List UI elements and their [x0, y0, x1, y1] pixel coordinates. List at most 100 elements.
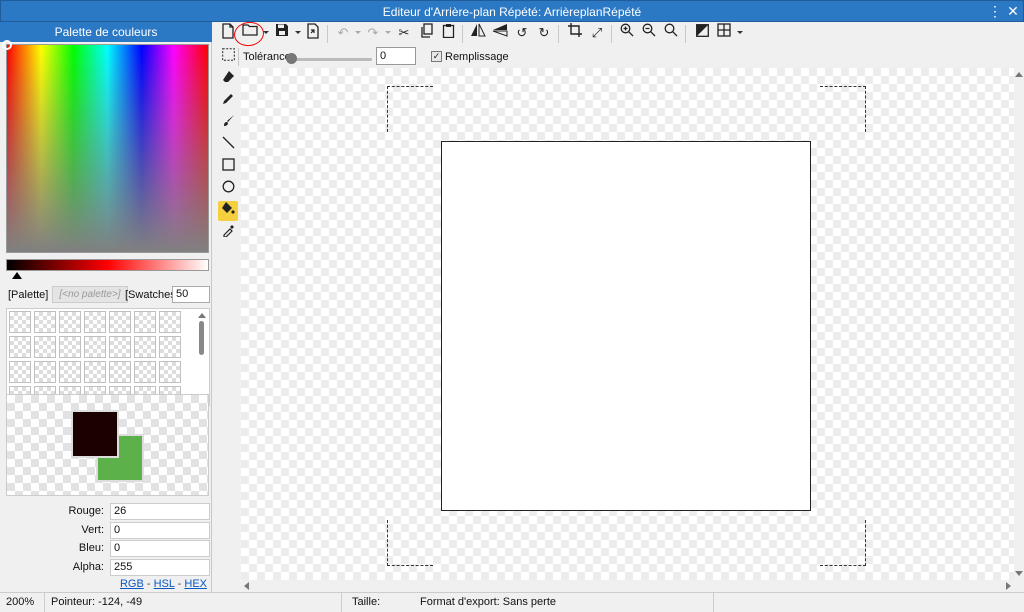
swatch[interactable]: [59, 311, 81, 333]
window-title: Editeur d'Arrière-plan Répété: Arrièrepl…: [382, 5, 642, 19]
open-dropdown-icon[interactable]: [263, 31, 269, 34]
canvas-vertical-scrollbar[interactable]: [1014, 68, 1024, 580]
swatch[interactable]: [59, 361, 81, 383]
swatch[interactable]: [109, 311, 131, 333]
contrast-icon[interactable]: [692, 23, 712, 43]
swatch[interactable]: [9, 311, 31, 333]
alpha-label: Alpha:: [72, 561, 104, 573]
fill-checkbox[interactable]: ✓: [431, 51, 442, 62]
brightness-slider[interactable]: [6, 259, 209, 271]
fill-label[interactable]: Remplissage: [445, 51, 509, 63]
brightness-slider-thumb[interactable]: [12, 272, 22, 279]
tolerance-input[interactable]: 0: [376, 47, 416, 65]
resize-icon[interactable]: ⤢: [587, 23, 607, 43]
selection-icon[interactable]: [218, 47, 238, 67]
close-icon[interactable]: ✕: [1005, 3, 1021, 19]
title-bar: Editeur d'Arrière-plan Répété: Arrièrepl…: [0, 0, 1024, 22]
save-icon[interactable]: [272, 23, 292, 43]
flip-vertical-icon[interactable]: [490, 23, 510, 43]
more-options-icon[interactable]: ⋮: [987, 3, 1003, 19]
swatch[interactable]: [159, 336, 181, 358]
grid-icon[interactable]: [714, 23, 734, 43]
redo-icon[interactable]: ↷: [363, 23, 383, 43]
drawing-canvas[interactable]: [241, 68, 1014, 580]
swatch[interactable]: [59, 336, 81, 358]
fill-bucket-icon[interactable]: [218, 201, 238, 221]
swatch[interactable]: [134, 336, 156, 358]
canvas-horizontal-scrollbar[interactable]: [241, 580, 1014, 592]
eraser-icon[interactable]: [218, 69, 238, 89]
zoom-in-icon[interactable]: [617, 23, 637, 43]
tolerance-slider-track[interactable]: [290, 58, 372, 61]
tile-boundary-corner: [820, 86, 866, 132]
swatch-scrollbar[interactable]: [196, 309, 208, 405]
image-size: Taille: 250x250: [352, 596, 381, 608]
swatch[interactable]: [9, 336, 31, 358]
rotate-right-icon[interactable]: ↻: [534, 23, 554, 43]
flip-horizontal-icon[interactable]: [468, 23, 488, 43]
swatch[interactable]: [84, 361, 106, 383]
swatch[interactable]: [9, 361, 31, 383]
export-icon[interactable]: [303, 23, 323, 43]
alpha-input[interactable]: 255: [110, 559, 210, 576]
swatch[interactable]: [84, 311, 106, 333]
scroll-thumb[interactable]: [199, 321, 204, 355]
green-channel-row: Vert: 0: [6, 522, 210, 539]
color-spectrum[interactable]: [2, 40, 209, 253]
swatch[interactable]: [134, 361, 156, 383]
hex-link[interactable]: HEX: [184, 578, 207, 590]
scroll-right-icon[interactable]: [1006, 582, 1011, 590]
undo-icon[interactable]: ↶: [333, 23, 353, 43]
rotate-left-icon[interactable]: ↺: [512, 23, 532, 43]
tolerance-label: Tolérance: [243, 51, 291, 63]
swatch[interactable]: [84, 336, 106, 358]
link-separator: -: [146, 578, 151, 590]
paste-icon[interactable]: [438, 23, 458, 43]
crop-icon[interactable]: [565, 23, 585, 43]
swatches-label[interactable]: [Swatches]: [125, 289, 179, 301]
scroll-down-icon[interactable]: [1015, 571, 1023, 576]
green-input[interactable]: 0: [110, 522, 210, 539]
cut-icon[interactable]: ✂: [394, 23, 414, 43]
palette-panel-title: Palette de couleurs: [0, 22, 212, 42]
swatch[interactable]: [159, 311, 181, 333]
tile-boundary-corner: [820, 520, 866, 566]
spectrum-marker[interactable]: [2, 40, 12, 50]
blue-channel-row: Bleu: 0: [6, 540, 210, 557]
zoom-fit-icon[interactable]: [661, 23, 681, 43]
swatch[interactable]: [109, 336, 131, 358]
rectangle-icon[interactable]: [218, 157, 238, 177]
line-icon[interactable]: [218, 135, 238, 155]
swatch[interactable]: [109, 361, 131, 383]
pencil-icon[interactable]: [218, 91, 238, 111]
copy-icon[interactable]: [416, 23, 436, 43]
palette-label[interactable]: [Palette]: [8, 289, 48, 301]
rgb-link[interactable]: RGB: [120, 578, 144, 590]
zoom-out-icon[interactable]: [639, 23, 659, 43]
brush-icon[interactable]: [218, 113, 238, 133]
scroll-up-icon[interactable]: [198, 313, 206, 318]
scroll-up-icon[interactable]: [1015, 72, 1023, 77]
swatch[interactable]: [159, 361, 181, 383]
eyedropper-icon[interactable]: [218, 223, 238, 243]
ellipse-icon[interactable]: [218, 179, 238, 199]
save-dropdown-icon[interactable]: [295, 31, 301, 34]
redo-dropdown-icon[interactable]: [385, 31, 391, 34]
blue-input[interactable]: 0: [110, 540, 210, 557]
tolerance-slider-thumb[interactable]: [286, 53, 297, 64]
swatch[interactable]: [134, 311, 156, 333]
scroll-left-icon[interactable]: [244, 582, 249, 590]
swatches-count-input[interactable]: 50: [172, 286, 210, 303]
swatch[interactable]: [34, 311, 56, 333]
primary-color-swatch[interactable]: [71, 410, 119, 458]
image-area[interactable]: [441, 141, 811, 511]
swatch[interactable]: [34, 361, 56, 383]
hsl-link[interactable]: HSL: [154, 578, 175, 590]
undo-dropdown-icon[interactable]: [355, 31, 361, 34]
red-input[interactable]: 26: [110, 503, 210, 520]
toolbar-separator: [611, 25, 612, 43]
color-palette-panel: Palette de couleurs [Palette] [<no palet…: [0, 22, 212, 592]
grid-dropdown-icon[interactable]: [737, 31, 743, 34]
blue-label: Bleu:: [78, 542, 104, 554]
swatch[interactable]: [34, 336, 56, 358]
